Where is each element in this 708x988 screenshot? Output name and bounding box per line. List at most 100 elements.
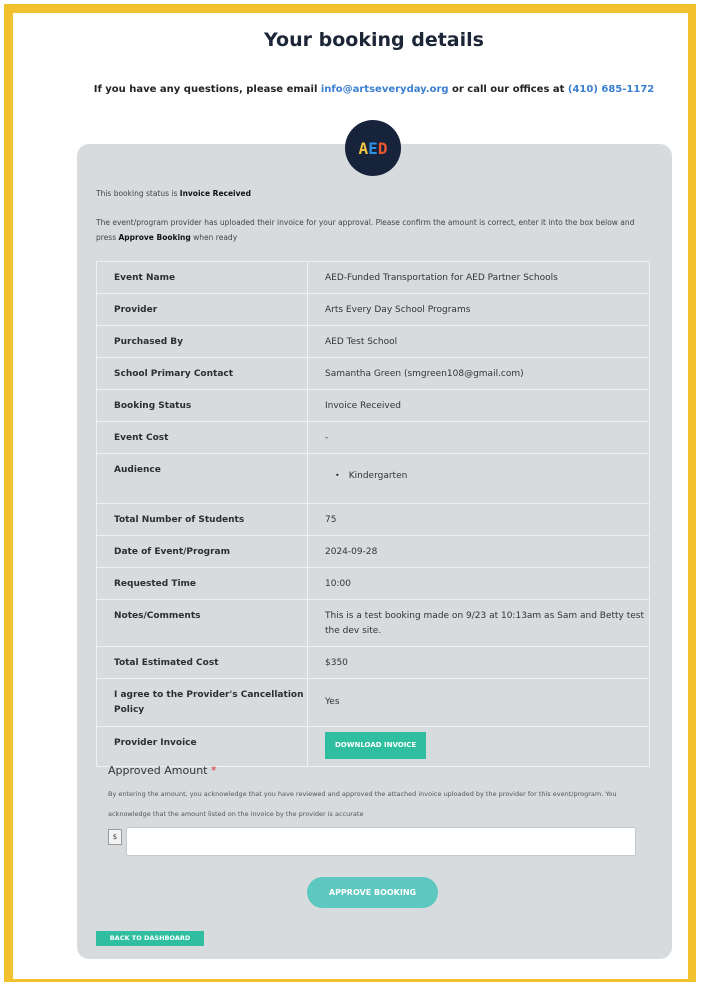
detail-value-cell: AED Test School: [307, 325, 650, 358]
detail-value: -: [325, 433, 329, 443]
detail-label: Notes/Comments: [114, 611, 201, 621]
detail-label-cell: Requested Time: [96, 567, 308, 600]
detail-value: Invoice Received: [325, 401, 401, 411]
logo-letter-d: D: [377, 138, 388, 158]
detail-label-cell: Audience: [96, 453, 308, 504]
detail-label-cell: Total Estimated Cost: [96, 646, 308, 679]
email-link[interactable]: info@artseveryday.org: [321, 84, 449, 95]
detail-value-cell: 75: [307, 503, 650, 536]
detail-value: Samantha Green (smgreen108@gmail.com): [325, 369, 524, 379]
required-marker: *: [210, 764, 217, 777]
logo-letter-a: A: [358, 138, 369, 158]
detail-value-cell: 10:00: [307, 567, 650, 600]
detail-value: Kindergarten: [325, 454, 649, 491]
detail-row: Booking Status Invoice Received: [96, 389, 650, 422]
detail-value-cell: Kindergarten: [307, 453, 650, 504]
contact-middle: or call our offices at: [448, 84, 568, 95]
detail-row: Event Name AED-Funded Transportation for …: [96, 261, 650, 294]
detail-row: Event Cost -: [96, 421, 650, 454]
detail-label: Audience: [114, 465, 161, 475]
detail-label: Booking Status: [114, 401, 192, 411]
approved-amount-text: Approved Amount: [108, 764, 208, 777]
back-to-dashboard-button[interactable]: BACK TO DASHBOARD: [96, 931, 204, 946]
detail-label-cell: I agree to the Provider's Cancellation P…: [96, 678, 308, 727]
detail-label: Total Estimated Cost: [114, 658, 219, 668]
detail-value: $350: [325, 658, 348, 668]
audience-list: Kindergarten: [325, 468, 649, 484]
detail-row: Requested Time 10:00: [96, 567, 650, 600]
detail-value-cell: -: [307, 421, 650, 454]
booking-details-table: Event Name AED-Funded Transportation for …: [96, 261, 650, 767]
detail-value: 75: [325, 515, 337, 525]
detail-row: Date of Event/Program 2024-09-28: [96, 535, 650, 568]
detail-label: Provider: [114, 305, 158, 315]
detail-value: Arts Every Day School Programs: [325, 305, 471, 315]
detail-label: Date of Event/Program: [114, 547, 230, 557]
detail-label: Purchased By: [114, 337, 184, 347]
detail-value: Yes: [325, 697, 340, 707]
detail-value-cell: Yes: [307, 678, 650, 727]
detail-value-cell: $350: [307, 646, 650, 679]
currency-prefix: $: [108, 829, 122, 845]
detail-row: Total Number of Students 75: [96, 503, 650, 536]
detail-row: Total Estimated Cost $350: [96, 646, 650, 679]
detail-label: Event Name: [114, 273, 176, 283]
detail-label-cell: Total Number of Students: [96, 503, 308, 536]
download-invoice-button[interactable]: DOWNLOAD INVOICE: [325, 732, 427, 759]
detail-label: School Primary Contact: [114, 369, 234, 379]
detail-row: Notes/Comments This is a test booking mad…: [96, 599, 650, 647]
detail-label-cell: Event Name: [96, 261, 308, 294]
approve-booking-button[interactable]: APPROVE BOOKING: [307, 877, 438, 908]
approved-amount-label: Approved Amount *: [108, 764, 216, 777]
instructions: The event/program provider has uploaded …: [96, 215, 656, 245]
detail-label: Total Number of Students: [114, 515, 245, 525]
detail-value-cell: Invoice Received: [307, 389, 650, 422]
detail-value-cell: Samantha Green (smgreen108@gmail.com): [307, 357, 650, 390]
instructions-emphasis: Approve Booking: [118, 233, 191, 242]
detail-value: 10:00: [325, 579, 351, 589]
detail-label-cell: Notes/Comments: [96, 599, 308, 647]
logo-letter-e: E: [368, 138, 378, 158]
detail-value-cell: Arts Every Day School Programs: [307, 293, 650, 326]
detail-label-cell: School Primary Contact: [96, 357, 308, 390]
detail-value-cell: This is a test booking made on 9/23 at 1…: [307, 599, 650, 647]
detail-value: This is a test booking made on 9/23 at 1…: [325, 611, 645, 636]
contact-prefix: If you have any questions, please email: [93, 84, 321, 95]
audience-item: Kindergarten: [335, 468, 649, 484]
detail-label-cell: Event Cost: [96, 421, 308, 454]
detail-value: DOWNLOAD INVOICE: [325, 727, 649, 766]
detail-value: AED-Funded Transportation for AED Partne…: [325, 273, 558, 283]
detail-row: Provider Arts Every Day School Programs: [96, 293, 650, 326]
aed-logo: AED: [345, 120, 401, 176]
detail-label: I agree to the Provider's Cancellation P…: [114, 690, 304, 715]
approved-amount-input[interactable]: [126, 827, 636, 856]
instructions-suffix: when ready: [190, 233, 238, 242]
phone-link[interactable]: (410) 685-1172: [568, 84, 654, 95]
detail-row: Audience Kindergarten: [96, 453, 650, 504]
detail-label-cell: Date of Event/Program: [96, 535, 308, 568]
contact-line: If you have any questions, please email …: [0, 84, 708, 95]
booking-card: This booking status is Invoice Received …: [77, 144, 672, 959]
detail-label-cell: Booking Status: [96, 389, 308, 422]
detail-value-cell: 2024-09-28: [307, 535, 650, 568]
detail-row: Provider Invoice DOWNLOAD INVOICE: [96, 726, 650, 767]
acknowledgement-note: By entering the amount, you acknowledge …: [108, 790, 617, 818]
detail-label-cell: Provider Invoice: [96, 726, 308, 767]
booking-status-line: This booking status is Invoice Received: [96, 189, 251, 198]
detail-value-cell: DOWNLOAD INVOICE: [307, 726, 650, 767]
detail-value: AED Test School: [325, 337, 398, 347]
detail-label: Event Cost: [114, 433, 169, 443]
detail-label: Provider Invoice: [114, 738, 197, 748]
detail-row: Purchased By AED Test School: [96, 325, 650, 358]
status-prefix: This booking status is: [96, 189, 180, 198]
detail-row: School Primary Contact Samantha Green (sm…: [96, 357, 650, 390]
detail-label: Requested Time: [114, 579, 197, 589]
detail-label-cell: Purchased By: [96, 325, 308, 358]
detail-row: I agree to the Provider's Cancellation P…: [96, 678, 650, 727]
status-value: Invoice Received: [179, 189, 251, 198]
detail-value-cell: AED-Funded Transportation for AED Partne…: [307, 261, 650, 294]
audience-item-label: Kindergarten: [348, 471, 408, 481]
page-title: Your booking details: [264, 29, 484, 51]
detail-label-cell: Provider: [96, 293, 308, 326]
detail-value: 2024-09-28: [325, 547, 378, 557]
